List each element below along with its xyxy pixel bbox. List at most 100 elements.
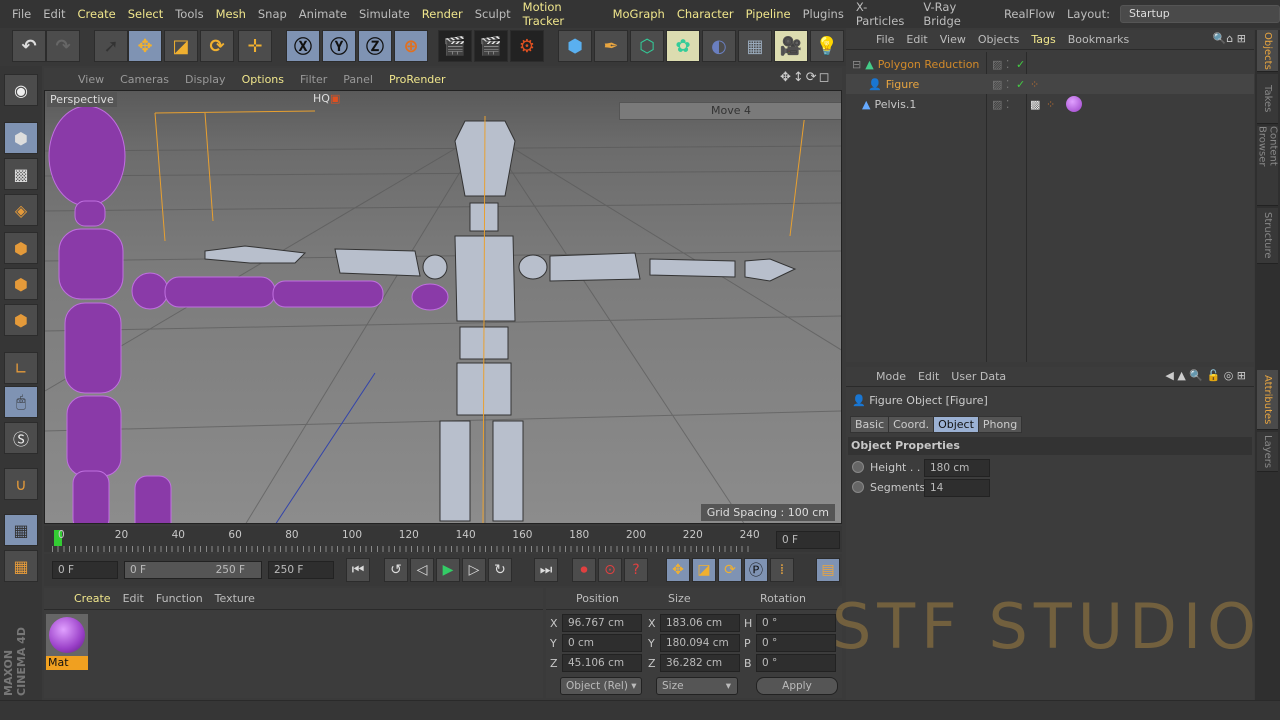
- material-menu-create[interactable]: Create: [74, 592, 111, 605]
- rotate-tool-button[interactable]: ⟳: [200, 30, 234, 62]
- viewport[interactable]: Perspective HQ▣ Move 4 Grid Spacing : 10…: [44, 90, 842, 524]
- key-rotation-button[interactable]: ⟳: [718, 558, 742, 582]
- visibility-toggle[interactable]: ▨ ⁚: [992, 98, 1009, 111]
- viewport-menu-prorender[interactable]: ProRender: [389, 73, 446, 86]
- render-picture-viewer-button[interactable]: 🎬: [474, 30, 508, 62]
- object-menu-bookmarks[interactable]: Bookmarks: [1068, 33, 1129, 46]
- menu-edit[interactable]: Edit: [43, 7, 65, 21]
- object-menu-objects[interactable]: Objects: [978, 33, 1020, 46]
- previous-frame-button[interactable]: ◁: [410, 558, 434, 582]
- enabled-check[interactable]: ✓: [1016, 78, 1025, 91]
- key-parameter-button[interactable]: Ⓟ: [744, 558, 768, 582]
- menu-tools[interactable]: Tools: [175, 7, 203, 21]
- key-position-button[interactable]: ✥: [666, 558, 690, 582]
- visibility-toggle[interactable]: ▨ ⁚: [992, 58, 1009, 71]
- tweak-mode-icon[interactable]: 🖱: [4, 386, 38, 418]
- object-row-figure[interactable]: 👤 Figure ▨ ⁚ ✓ ⁘: [846, 74, 1254, 94]
- property-value-field[interactable]: 180 cm: [924, 459, 990, 477]
- attribute-menu-user-data[interactable]: User Data: [951, 370, 1006, 383]
- viewport-menu-filter[interactable]: Filter: [300, 73, 327, 86]
- object-manager-icons[interactable]: 🔍⌂ ⊞: [1213, 32, 1246, 45]
- key-scale-button[interactable]: ◪: [692, 558, 716, 582]
- menu-character[interactable]: Character: [677, 7, 734, 21]
- position-field[interactable]: 45.106 cm: [562, 654, 642, 672]
- redo-button[interactable]: ↷: [46, 30, 80, 62]
- size-field[interactable]: 183.06 cm: [660, 614, 740, 632]
- axis-mode-icon[interactable]: ∟: [4, 352, 38, 384]
- material-menu-function[interactable]: Function: [156, 592, 203, 605]
- menu-animate[interactable]: Animate: [299, 7, 347, 21]
- object-menu-view[interactable]: View: [940, 33, 966, 46]
- scale-tool-button[interactable]: ◪: [164, 30, 198, 62]
- menu-create[interactable]: Create: [78, 7, 116, 21]
- rotation-field[interactable]: 0 °: [756, 634, 836, 652]
- viewport-menu-view[interactable]: View: [78, 73, 104, 86]
- rotation-field[interactable]: 0 °: [756, 654, 836, 672]
- points-mode-icon[interactable]: ⬢: [4, 232, 38, 264]
- undo-button[interactable]: ↶: [12, 30, 46, 62]
- render-view-button[interactable]: 🎬: [438, 30, 472, 62]
- menu-snap[interactable]: Snap: [258, 7, 287, 21]
- locked-workplane-icon[interactable]: ▦: [4, 514, 38, 546]
- rotation-field[interactable]: 0 °: [756, 614, 836, 632]
- edges-mode-icon[interactable]: ⬢: [4, 268, 38, 300]
- subdivision-button[interactable]: ⬡: [630, 30, 664, 62]
- menu-mesh[interactable]: Mesh: [216, 7, 246, 21]
- side-tab-content-browser[interactable]: Content Browser: [1257, 126, 1279, 206]
- cloner-button[interactable]: ✿: [666, 30, 700, 62]
- next-frame-button[interactable]: ▷: [462, 558, 486, 582]
- planar-workplane-icon[interactable]: ▦: [4, 550, 38, 582]
- menu-realflow[interactable]: RealFlow: [1004, 7, 1055, 21]
- timeline-ruler[interactable]: 0 20 40 60 80 100 120 140 160 180 200 220 240 0 F: [44, 526, 842, 552]
- object-menu-edit[interactable]: Edit: [906, 33, 927, 46]
- workplane-icon[interactable]: ◈: [4, 194, 38, 226]
- range-slider[interactable]: 0 F 250 F: [124, 561, 262, 579]
- menu-v-ray-bridge[interactable]: V-Ray Bridge: [923, 0, 992, 28]
- viewport-menu-options[interactable]: Options: [242, 73, 284, 86]
- key-pla-button[interactable]: ⁞: [770, 558, 794, 582]
- viewport-menu-display[interactable]: Display: [185, 73, 226, 86]
- menu-render[interactable]: Render: [422, 7, 463, 21]
- viewport-menu-cameras[interactable]: Cameras: [120, 73, 169, 86]
- object-row-polygon-reduction[interactable]: ⊟ ▲ Polygon Reduction ▨ ⁚ ✓: [846, 54, 1254, 74]
- tab-coord[interactable]: Coord.: [888, 416, 935, 433]
- menu-x-particles[interactable]: X-Particles: [856, 0, 912, 28]
- start-frame-field[interactable]: 0 F: [52, 561, 118, 579]
- position-field[interactable]: 0 cm: [562, 634, 642, 652]
- menu-pipeline[interactable]: Pipeline: [746, 7, 791, 21]
- play-button[interactable]: ▶: [436, 558, 460, 582]
- current-frame-field[interactable]: 0 F: [776, 531, 840, 549]
- autokey-button[interactable]: ⊙: [598, 558, 622, 582]
- keyframe-selection-button[interactable]: ?: [624, 558, 648, 582]
- scheme-button[interactable]: ▤: [816, 558, 840, 582]
- tab-phong[interactable]: Phong: [977, 416, 1023, 433]
- size-field[interactable]: 180.094 cm: [660, 634, 740, 652]
- model-mode-icon[interactable]: ⬢: [4, 122, 38, 154]
- menu-plugins[interactable]: Plugins: [803, 7, 844, 21]
- side-tab-takes[interactable]: Takes: [1257, 74, 1278, 124]
- z-axis-button[interactable]: Ⓩ: [358, 30, 392, 62]
- viewport-menu-panel[interactable]: Panel: [343, 73, 373, 86]
- visibility-toggle[interactable]: ▨ ⁚: [992, 78, 1009, 91]
- polygons-mode-icon[interactable]: ⬢: [4, 304, 38, 336]
- attribute-menu-mode[interactable]: Mode: [876, 370, 906, 383]
- render-settings-button[interactable]: ⚙: [510, 30, 544, 62]
- menu-simulate[interactable]: Simulate: [359, 7, 410, 21]
- pen-spline-button[interactable]: ✒: [594, 30, 628, 62]
- object-menu-file[interactable]: File: [876, 33, 894, 46]
- ik-tag-icon[interactable]: ⁘: [1030, 78, 1039, 91]
- camera-button[interactable]: 🎥: [774, 30, 808, 62]
- next-key-button[interactable]: ↻: [488, 558, 512, 582]
- animate-radio[interactable]: [852, 481, 864, 493]
- record-keys-button[interactable]: ⏺: [572, 558, 596, 582]
- ik-tag-icon[interactable]: ⁘: [1046, 98, 1055, 111]
- tab-object[interactable]: Object: [933, 416, 979, 433]
- property-value-field[interactable]: 14: [924, 479, 990, 497]
- tab-basic[interactable]: Basic: [850, 416, 890, 433]
- texture-mode-icon[interactable]: ▩: [4, 158, 38, 190]
- attribute-menu-edit[interactable]: Edit: [918, 370, 939, 383]
- snap-icon[interactable]: ∪: [4, 468, 38, 500]
- material-menu-texture[interactable]: Texture: [215, 592, 255, 605]
- y-axis-button[interactable]: Ⓨ: [322, 30, 356, 62]
- last-tool-button[interactable]: ✛: [238, 30, 272, 62]
